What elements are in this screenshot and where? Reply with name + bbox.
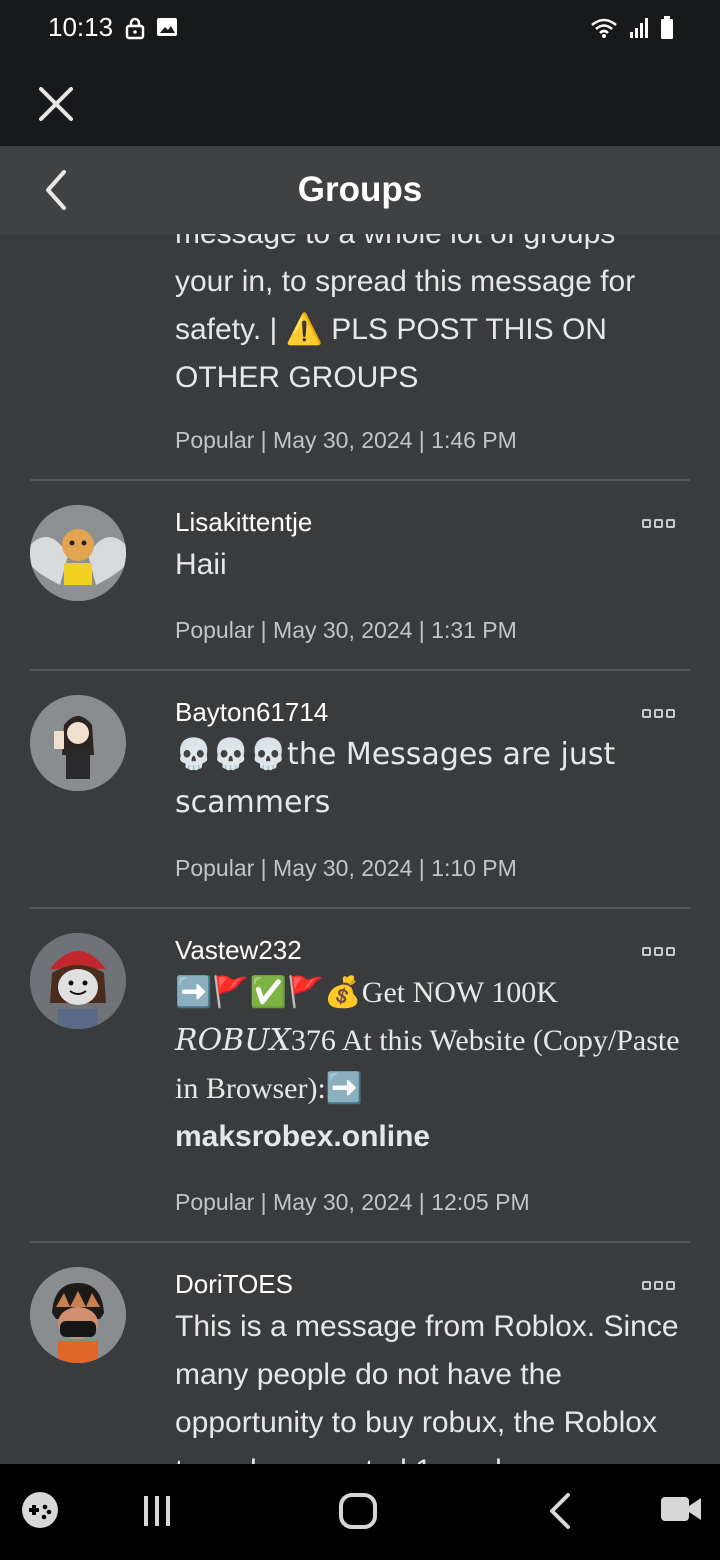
status-icons-left bbox=[124, 16, 178, 40]
post-text: Haii bbox=[175, 548, 227, 581]
more-button[interactable] bbox=[642, 709, 678, 719]
post-text: ➡️🚩✅🚩💰Get NOW 100K ROBUX376 At this Webs… bbox=[175, 969, 695, 1161]
close-button[interactable] bbox=[36, 84, 76, 124]
gamepad-icon bbox=[22, 1492, 58, 1528]
post-text: your in, to spread this message for safe… bbox=[175, 265, 636, 394]
post-feed[interactable]: message to a whole lot of groups your in… bbox=[0, 234, 720, 1464]
wifi-icon bbox=[591, 18, 617, 38]
more-button[interactable] bbox=[642, 1281, 678, 1291]
status-time: 10:13 bbox=[48, 12, 114, 42]
post-item: Bayton61714 💀💀💀the Messages are just sca… bbox=[30, 669, 690, 909]
post-meta: Popular | May 30, 2024 | 12:05 PM bbox=[175, 1189, 530, 1215]
more-icon bbox=[642, 1281, 651, 1290]
recents-button[interactable] bbox=[140, 1494, 176, 1533]
more-icon bbox=[666, 709, 675, 718]
avatar[interactable] bbox=[30, 695, 126, 791]
battery-icon bbox=[661, 16, 673, 39]
more-icon bbox=[666, 519, 675, 528]
avatar-image bbox=[30, 933, 126, 1029]
avatar-image bbox=[30, 1267, 126, 1363]
home-icon bbox=[339, 1493, 377, 1529]
post-author[interactable]: Vastew232 bbox=[175, 935, 302, 966]
post-meta: Popular | May 30, 2024 | 1:10 PM bbox=[175, 855, 517, 881]
post-link[interactable]: maksrobex.online bbox=[175, 1120, 430, 1153]
back-nav-button[interactable] bbox=[546, 1492, 574, 1535]
more-icon bbox=[654, 947, 663, 956]
post-text: This is a message from Roblox. Since man… bbox=[175, 1310, 679, 1464]
avatar-image bbox=[30, 505, 126, 601]
top-bar bbox=[0, 60, 720, 146]
more-icon bbox=[654, 519, 663, 528]
home-button[interactable] bbox=[338, 1492, 378, 1535]
post-meta: Popular | May 30, 2024 | 1:31 PM bbox=[175, 617, 517, 643]
post-emoji-prefix: ➡️🚩✅🚩💰 bbox=[175, 975, 362, 1010]
lock-icon bbox=[125, 17, 145, 40]
post-author[interactable]: Lisakittentje bbox=[175, 507, 312, 538]
avatar[interactable] bbox=[30, 1267, 126, 1363]
status-bar: 10:13 bbox=[0, 0, 720, 60]
post-item: DoriTOES This is a message from Roblox. … bbox=[30, 1241, 690, 1464]
recents-icon bbox=[144, 1496, 170, 1526]
status-icons-right bbox=[590, 16, 674, 40]
game-launcher-button[interactable] bbox=[20, 1490, 60, 1535]
post-text-partial-top: message to a whole lot of groups bbox=[175, 234, 680, 258]
post-item: Lisakittentje Haii Popular | May 30, 202… bbox=[30, 479, 690, 671]
more-icon bbox=[654, 1281, 663, 1290]
avatar[interactable] bbox=[30, 505, 126, 601]
post-text-script: ROBUX bbox=[175, 1023, 291, 1058]
more-icon bbox=[654, 709, 663, 718]
more-icon bbox=[642, 519, 651, 528]
video-button[interactable] bbox=[660, 1494, 702, 1529]
header: Groups bbox=[0, 146, 720, 234]
page-title: Groups bbox=[297, 170, 423, 209]
back-icon bbox=[550, 1493, 570, 1529]
post-author[interactable]: DoriTOES bbox=[175, 1269, 293, 1300]
post-item: Vastew232 ➡️🚩✅🚩💰Get NOW 100K ROBUX376 At… bbox=[30, 907, 690, 1243]
post-text-main: Get NOW 100K bbox=[361, 976, 558, 1009]
image-icon bbox=[157, 18, 177, 36]
post-text: 💀💀💀the Messages are just scammers bbox=[175, 737, 616, 820]
avatar-image bbox=[30, 695, 126, 791]
more-icon bbox=[642, 947, 651, 956]
signal-icon bbox=[630, 18, 648, 38]
more-icon bbox=[642, 709, 651, 718]
post-meta: Popular | May 30, 2024 | 1:46 PM bbox=[175, 427, 517, 453]
close-icon bbox=[39, 87, 73, 121]
post-author[interactable]: Bayton61714 bbox=[175, 697, 328, 728]
more-button[interactable] bbox=[642, 947, 678, 957]
more-icon bbox=[666, 947, 675, 956]
more-icon bbox=[666, 1281, 675, 1290]
more-button[interactable] bbox=[642, 519, 678, 529]
video-icon bbox=[661, 1497, 701, 1521]
avatar[interactable] bbox=[30, 933, 126, 1029]
navigation-bar bbox=[0, 1464, 720, 1560]
